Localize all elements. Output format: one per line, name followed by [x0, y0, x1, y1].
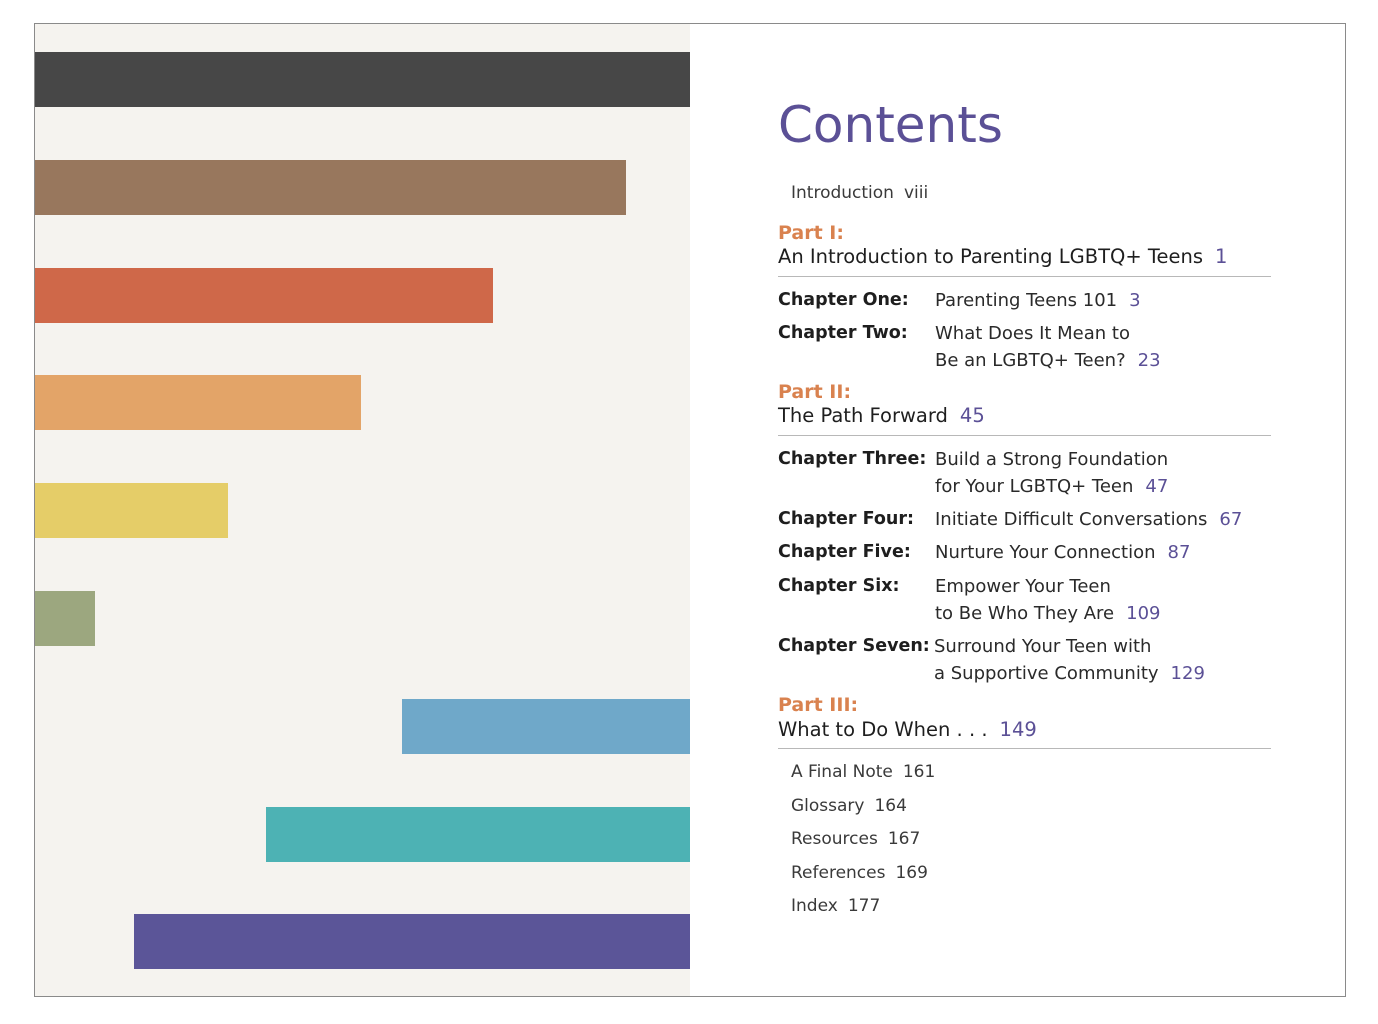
part-3-title: What to Do When . . . [778, 718, 988, 741]
toc-entry-references[interactable]: References 169 [791, 863, 928, 883]
chapter-4-label: Chapter Four: [778, 509, 914, 529]
part-1-page: 1 [1215, 245, 1228, 268]
chapter-1-page: 3 [1129, 290, 1141, 311]
chapter-1-label: Chapter One: [778, 290, 909, 310]
entry-label: References [791, 863, 886, 883]
toc-entry-introduction[interactable]: Introduction viii [791, 183, 928, 203]
divider [778, 748, 1271, 749]
color-stripe [266, 807, 690, 862]
chapter-7-title-line-2: a Supportive Community [934, 663, 1159, 684]
chapter-7-title-line-1: Surround Your Teen with [934, 636, 1152, 657]
entry-page: 161 [902, 762, 936, 782]
color-stripe [35, 591, 95, 646]
color-stripe [35, 483, 228, 538]
entry-page: 177 [847, 896, 881, 916]
divider [778, 435, 1271, 436]
entry-label: Introduction [791, 183, 894, 203]
entry-label: Glossary [791, 796, 865, 816]
toc-entry-chapter-2[interactable]: What Does It Mean to Be an LGBTQ+ Teen? 2… [935, 320, 1161, 374]
color-stripe [35, 268, 493, 323]
toc-entry-final-note[interactable]: A Final Note 161 [791, 762, 935, 782]
toc-entry-chapter-6[interactable]: Empower Your Teen to Be Who They Are 109 [935, 573, 1160, 627]
chapter-5-label: Chapter Five: [778, 542, 911, 562]
toc-entry-chapter-4[interactable]: Initiate Difficult Conversations 67 [935, 506, 1242, 533]
color-stripe [35, 52, 690, 107]
part-2-page: 45 [959, 404, 985, 427]
color-stripe [35, 375, 361, 430]
chapter-2-title-line-2: Be an LGBTQ+ Teen? [935, 350, 1126, 371]
entry-label: Index [791, 896, 838, 916]
decorative-stripe-page [35, 24, 690, 996]
chapter-4-title: Initiate Difficult Conversations [935, 509, 1208, 530]
part-2-title: The Path Forward [778, 404, 948, 427]
chapter-7-label: Chapter Seven: [778, 636, 930, 656]
chapter-3-page: 47 [1145, 476, 1169, 497]
chapter-5-page: 87 [1167, 542, 1191, 563]
chapter-6-page: 109 [1126, 603, 1161, 624]
color-stripe [35, 160, 626, 215]
chapter-2-page: 23 [1137, 350, 1161, 371]
chapter-2-title-line-1: What Does It Mean to [935, 323, 1130, 344]
chapter-4-page: 67 [1219, 509, 1243, 530]
color-stripe [402, 699, 690, 754]
toc-entry-index[interactable]: Index 177 [791, 896, 880, 916]
toc-entry-chapter-3[interactable]: Build a Strong Foundation for Your LGBTQ… [935, 446, 1168, 500]
toc-entry-part-3[interactable]: What to Do When . . . 149 [778, 718, 1037, 741]
toc-entry-glossary[interactable]: Glossary 164 [791, 796, 907, 816]
page-title: Contents [778, 96, 1003, 154]
part-2-label: Part II: [778, 381, 852, 403]
part-3-page: 149 [999, 718, 1037, 741]
entry-page: 167 [887, 829, 921, 849]
entry-label: Resources [791, 829, 878, 849]
chapter-3-title-line-1: Build a Strong Foundation [935, 449, 1169, 470]
chapter-3-title-line-2: for Your LGBTQ+ Teen [935, 476, 1134, 497]
chapter-6-label: Chapter Six: [778, 576, 900, 596]
part-1-title: An Introduction to Parenting LGBTQ+ Teen… [778, 245, 1203, 268]
chapter-3-label: Chapter Three: [778, 449, 927, 469]
chapter-6-title-line-1: Empower Your Teen [935, 576, 1111, 597]
toc-entry-resources[interactable]: Resources 167 [791, 829, 920, 849]
toc-entry-chapter-5[interactable]: Nurture Your Connection 87 [935, 539, 1190, 566]
chapter-5-title: Nurture Your Connection [935, 542, 1156, 563]
entry-page: 169 [895, 863, 928, 883]
chapter-7-page: 129 [1170, 663, 1205, 684]
entry-label: A Final Note [791, 762, 893, 782]
toc-entry-chapter-1[interactable]: Parenting Teens 101 3 [935, 287, 1141, 314]
book-spread: Contents Introduction viii Part I: An Int… [34, 23, 1346, 997]
chapter-2-label: Chapter Two: [778, 323, 908, 343]
contents-page: Contents Introduction viii Part I: An Int… [690, 24, 1345, 996]
toc-entry-part-1[interactable]: An Introduction to Parenting LGBTQ+ Teen… [778, 245, 1227, 268]
toc-entry-part-2[interactable]: The Path Forward 45 [778, 404, 985, 427]
toc-entry-chapter-7[interactable]: Surround Your Teen with a Supportive Com… [934, 633, 1205, 687]
part-1-label: Part I: [778, 222, 844, 244]
part-3-label: Part III: [778, 694, 859, 716]
color-stripe [134, 914, 690, 969]
divider [778, 276, 1271, 277]
entry-page: viii [903, 183, 929, 203]
chapter-1-title: Parenting Teens 101 [935, 290, 1118, 311]
chapter-6-title-line-2: to Be Who They Are [935, 603, 1115, 624]
entry-page: 164 [874, 796, 907, 816]
